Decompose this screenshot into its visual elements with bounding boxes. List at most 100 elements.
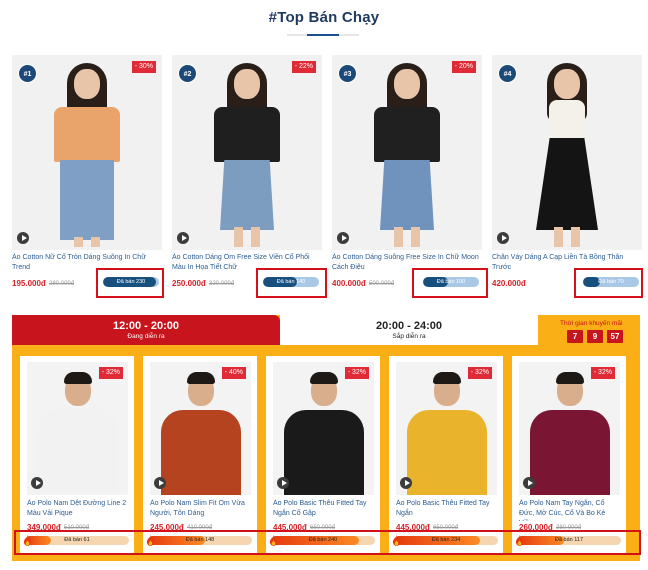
tab-status: Sắp diễn ra	[392, 333, 426, 340]
model-top	[549, 100, 585, 140]
tab-time: 20:00 - 24:00	[375, 320, 443, 332]
play-icon[interactable]	[17, 232, 29, 244]
model-hair	[433, 372, 461, 384]
model-leg	[554, 227, 563, 247]
model-hair	[556, 372, 584, 384]
product-price: 420.000đ	[492, 279, 526, 288]
model-bottom	[60, 160, 114, 240]
tab-current-session[interactable]: 12:00 - 20:00 Đang diễn ra	[12, 315, 280, 345]
flash-sale-panel: 12:00 - 20:00 Đang diễn ra 20:00 - 24:00…	[12, 315, 640, 561]
countdown-label: Thời gian khuyến mãi	[560, 320, 623, 327]
product-old-price: 280.000đ	[49, 281, 75, 287]
model-leg	[571, 227, 580, 247]
model-shirt	[38, 410, 118, 495]
flash-product-card[interactable]: - 40% Áo Polo Nam Slim Fit Ôm Vừa Người,…	[143, 356, 257, 554]
rank-badge: #3	[338, 64, 357, 83]
discount-badge: - 40%	[221, 367, 246, 379]
play-icon[interactable]	[31, 477, 43, 489]
discount-badge: - 22%	[291, 61, 316, 73]
countdown-seconds: 57	[607, 330, 623, 343]
product-card[interactable]: #1 - 30% Áo Cotton Nữ Cổ Tròn Dáng Suông…	[12, 55, 162, 291]
model-hair	[187, 372, 215, 384]
model-head	[74, 69, 100, 99]
rank-badge: #2	[178, 64, 197, 83]
play-icon[interactable]	[337, 232, 349, 244]
section-title: #Top Bán Chạy	[268, 9, 380, 26]
flash-product-card[interactable]: - 32% Áo Polo Basic Thêu Fitted Tay Ngắn…	[266, 356, 380, 554]
product-image[interactable]: #3 - 20%	[332, 55, 482, 250]
flash-product-card[interactable]: - 32% Áo Polo Nam Dệt Đường Line 2 Màu V…	[20, 356, 134, 554]
model-top	[214, 107, 280, 162]
discount-badge: - 32%	[467, 367, 492, 379]
product-card[interactable]: #3 - 20% Áo Cotton Dáng Suông Free Size …	[332, 55, 482, 291]
highlight-box	[96, 268, 164, 298]
product-card[interactable]: #2 - 22% Áo Cotton Dáng Ôm Free Size Viề…	[172, 55, 322, 291]
model-leg	[411, 227, 420, 247]
model-head	[554, 69, 580, 99]
discount-badge: - 32%	[590, 367, 615, 379]
countdown-minutes: 9	[587, 330, 603, 343]
product-old-price: 320.000đ	[209, 281, 235, 287]
product-image[interactable]: - 32%	[273, 362, 374, 495]
model-head	[394, 69, 420, 99]
discount-badge: - 20%	[451, 61, 476, 73]
highlight-box	[574, 268, 643, 298]
product-image[interactable]: - 40%	[150, 362, 251, 495]
model-skirt	[536, 138, 598, 230]
model-top	[374, 107, 440, 162]
tab-time: 12:00 - 20:00	[112, 320, 180, 332]
highlight-box	[14, 530, 641, 555]
model-figure	[492, 55, 642, 250]
play-icon[interactable]	[497, 232, 509, 244]
model-figure	[12, 55, 162, 250]
highlight-box	[412, 268, 488, 298]
model-shirt	[161, 410, 241, 495]
product-image[interactable]: - 32%	[27, 362, 128, 495]
play-icon[interactable]	[154, 477, 166, 489]
model-leg	[394, 227, 403, 247]
product-name[interactable]: Áo Polo Nam Dệt Đường Line 2 Màu Vải Piq…	[27, 499, 129, 521]
product-image[interactable]: - 32%	[396, 362, 497, 495]
play-icon[interactable]	[277, 477, 289, 489]
product-price: 195.000đ	[12, 279, 46, 288]
rank-badge: #1	[18, 64, 37, 83]
product-image[interactable]: #4	[492, 55, 642, 250]
play-icon[interactable]	[523, 477, 535, 489]
product-name[interactable]: Áo Polo Nam Slim Fit Ôm Vừa Người, Tôn D…	[150, 499, 252, 521]
model-leg	[251, 227, 260, 247]
tab-next-session[interactable]: 20:00 - 24:00 Sắp diễn ra	[280, 315, 538, 345]
product-name[interactable]: Áo Polo Nam Tay Ngắn, Cổ Đức, Mờ Cúc, Cổ…	[519, 499, 621, 521]
product-image[interactable]: #1 - 30%	[12, 55, 162, 250]
product-image[interactable]: - 32%	[519, 362, 620, 495]
discount-badge: - 32%	[344, 367, 369, 379]
model-figure	[172, 55, 322, 250]
model-head	[234, 69, 260, 99]
product-price: 250.000đ	[172, 279, 206, 288]
model-bottom	[220, 160, 274, 230]
model-figure	[332, 55, 482, 250]
tab-status: Đang diễn ra	[127, 333, 165, 340]
model-shirt	[284, 410, 364, 495]
model-hair	[310, 372, 338, 384]
product-price: 400.000đ	[332, 279, 366, 288]
countdown-hours: 7	[567, 330, 583, 343]
model-hair	[64, 372, 92, 384]
title-underline	[287, 34, 359, 36]
rank-badge: #4	[498, 64, 517, 83]
model-shirt	[407, 410, 487, 495]
flash-product-card[interactable]: - 32% Áo Polo Nam Tay Ngắn, Cổ Đức, Mờ C…	[512, 356, 626, 554]
play-icon[interactable]	[400, 477, 412, 489]
product-card[interactable]: #4 Chân Váy Dáng A Cạp Liền Tà Bồng Thân…	[492, 55, 642, 291]
model-leg	[234, 227, 243, 247]
model-top	[54, 107, 120, 162]
flash-product-card[interactable]: - 32% Áo Polo Basic Thêu Fitted Tay Ngắn…	[389, 356, 503, 554]
discount-badge: - 30%	[131, 61, 156, 73]
model-leg	[74, 237, 83, 247]
product-name[interactable]: Áo Polo Basic Thêu Fitted Tay Ngắn Cổ Gậ…	[273, 499, 375, 521]
discount-badge: - 32%	[98, 367, 123, 379]
model-shirt	[530, 410, 610, 495]
product-image[interactable]: #2 - 22%	[172, 55, 322, 250]
product-name[interactable]: Áo Polo Basic Thêu Fitted Tay Ngắn	[396, 499, 498, 521]
play-icon[interactable]	[177, 232, 189, 244]
model-bottom	[380, 160, 434, 230]
